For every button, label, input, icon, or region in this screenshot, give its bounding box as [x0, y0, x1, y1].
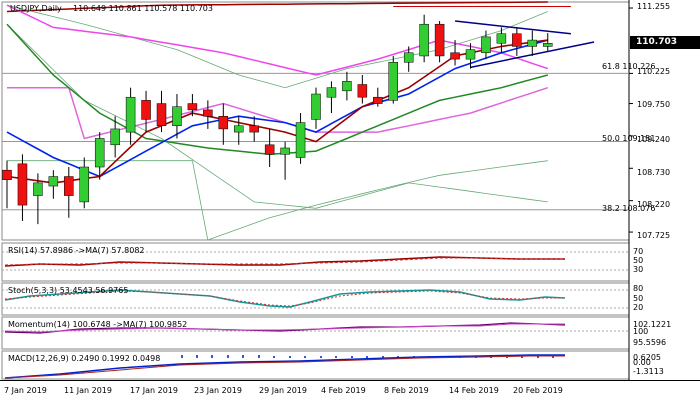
candle-body: [2, 169, 12, 180]
macd-label: MACD(12,26,9) 0.2490 0.1992 0.0498: [8, 354, 161, 363]
ma-darkred-line: [6, 39, 548, 184]
stoch-axis-label: 80: [633, 284, 644, 293]
rsi-axis-label: 50: [633, 256, 644, 265]
momentum-label: Momentum(14) 100.6748 ->MA(7) 100.9852: [8, 320, 188, 329]
candle-body: [187, 103, 198, 111]
momentum-axis-label: 95.5596: [633, 338, 667, 347]
candle-body: [450, 52, 460, 60]
date-label: 29 Jan 2019: [259, 386, 307, 395]
date-label: 14 Feb 2019: [449, 386, 499, 395]
chart-ohlc: 110.649 110.861 110.578 110.703: [73, 4, 213, 13]
candle-body: [527, 39, 538, 47]
macd-pane[interactable]: MACD(12,26,9) 0.2490 0.1992 0.0498 0.620…: [0, 350, 700, 380]
price-axis-label: 107.725: [637, 231, 671, 240]
candle-body: [357, 84, 368, 98]
momentum-pane[interactable]: Momentum(14) 100.6748 ->MA(7) 100.9852 1…: [0, 316, 700, 350]
candle-body: [141, 100, 151, 120]
chart-symbol: USDJPY,Daily: [10, 4, 62, 13]
candle-body: [156, 103, 167, 127]
candle-body: [125, 96, 136, 133]
candle-body: [264, 144, 275, 155]
stoch-axis-label: 50: [633, 294, 644, 303]
candle-body: [79, 166, 89, 203]
candle-body: [249, 125, 259, 133]
stoch-label: Stoch(5,3,3) 53.4543 56.9765: [8, 286, 129, 295]
candle-body: [295, 122, 306, 158]
date-axis: 7 Jan 2019 11 Jan 2019 17 Jan 2019 23 Ja…: [0, 380, 700, 401]
date-label: 20 Feb 2019: [513, 386, 563, 395]
candle-body: [64, 176, 74, 196]
candle-body: [465, 49, 476, 60]
rsi-label: RSI(14) 57.8986 ->MA(7) 57.8082: [8, 246, 145, 255]
candle-body: [543, 43, 553, 47]
rsi-axis-label: 30: [633, 265, 644, 274]
stoch-axis-label: 20: [633, 303, 644, 312]
price-axis-label: 108.730: [637, 168, 671, 177]
rsi-pane[interactable]: RSI(14) 57.8986 ->MA(7) 57.8082 70 50 30: [0, 242, 700, 282]
price-axis-label: 110.225: [637, 67, 671, 76]
price-axis-label: 108.220: [637, 200, 671, 209]
price-chart[interactable]: [0, 0, 700, 242]
price-axis-label: 109.240: [637, 135, 671, 144]
candle-body: [94, 138, 105, 168]
candle-body: [388, 62, 398, 101]
price-axis-label: 111.255: [637, 2, 671, 11]
candle-body: [481, 36, 491, 54]
date-label: 17 Jan 2019: [130, 386, 178, 395]
candle-body: [17, 163, 28, 206]
candle-body: [203, 109, 213, 117]
price-pane[interactable]: USDJPY,Daily 110.649 110.861 110.578 110…: [0, 0, 700, 242]
candle-body: [326, 87, 337, 98]
candle-body: [33, 182, 43, 196]
trendline-upper: [454, 20, 572, 35]
candle-body: [218, 115, 229, 130]
date-label: 23 Jan 2019: [194, 386, 242, 395]
macd-axis-label: 0.00: [633, 358, 651, 367]
date-label: 8 Feb 2019: [384, 386, 429, 395]
bollinger-upper-line: [6, 4, 548, 89]
date-label: 4 Feb 2019: [321, 386, 366, 395]
candle-body: [342, 81, 352, 92]
candle-body: [496, 33, 507, 44]
candle-body: [48, 176, 59, 187]
candle-body: [373, 96, 383, 104]
stoch-pane[interactable]: Stoch(5,3,3) 53.4543 56.9765 80 50 20: [0, 282, 700, 316]
date-label: 11 Jan 2019: [64, 386, 112, 395]
rsi-axis-label: 70: [633, 247, 644, 256]
candle-body: [512, 33, 522, 47]
ma-green-line: [6, 23, 548, 156]
ma-lines: [6, 1, 549, 241]
ma-blue-line: [6, 39, 549, 178]
candle-body: [280, 147, 290, 155]
candle-body: [403, 52, 414, 63]
date-label: 7 Jan 2019: [4, 386, 47, 395]
candle-body: [172, 106, 182, 127]
momentum-axis-label: 100: [633, 327, 649, 336]
candle-body: [434, 23, 445, 57]
candle-body: [234, 125, 244, 133]
candle-body: [110, 128, 120, 146]
macd-axis-label: -1.3113: [633, 367, 664, 376]
candle-body: [311, 93, 321, 120]
price-axis-label: 109.750: [637, 100, 671, 109]
current-price-tag: 110.703: [630, 36, 700, 49]
candle-body: [419, 23, 429, 57]
